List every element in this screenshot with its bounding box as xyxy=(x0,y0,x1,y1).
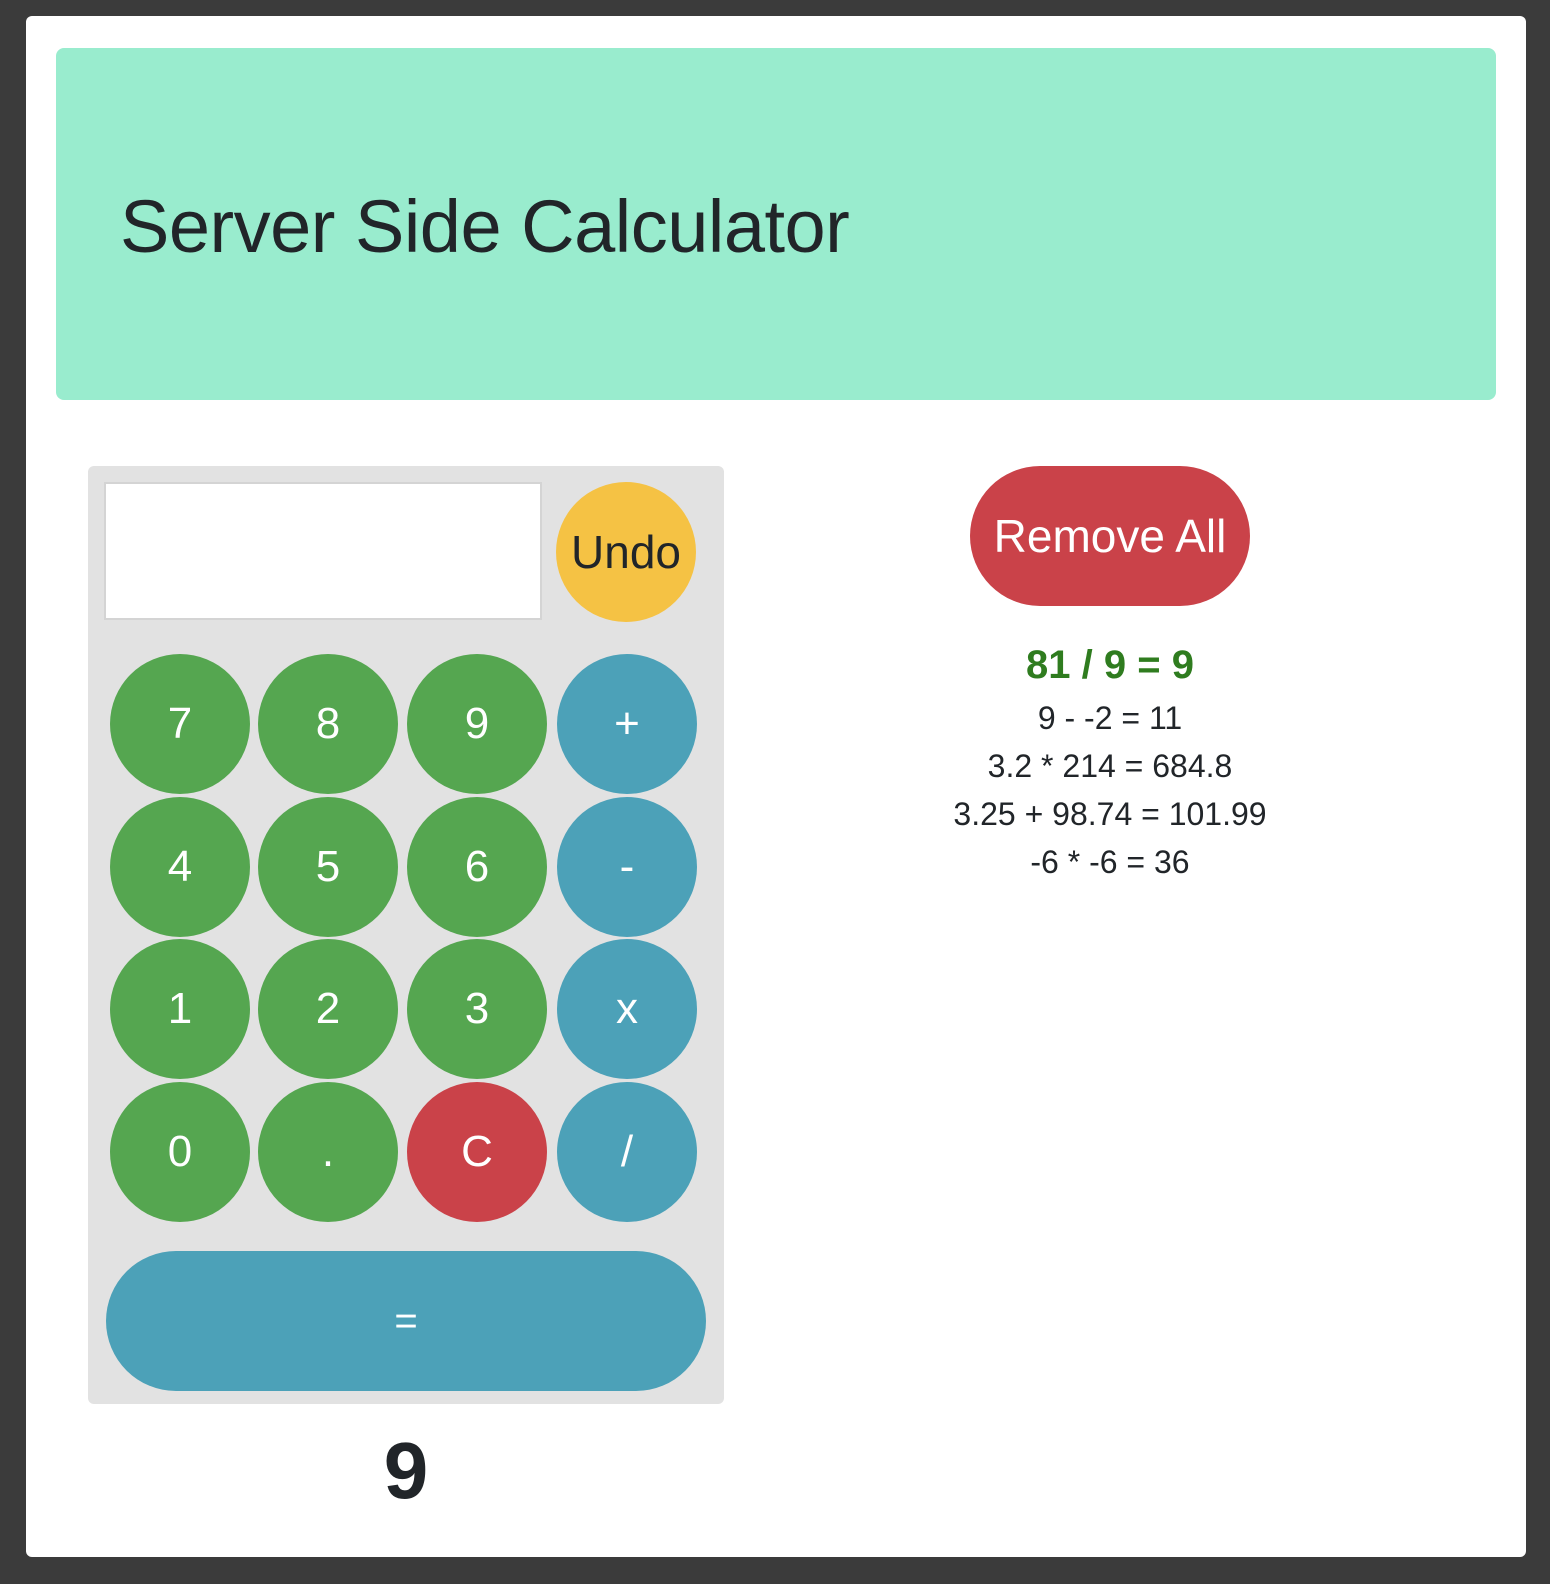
key-9-button[interactable]: 9 xyxy=(407,654,547,794)
key-multiply-button[interactable]: x xyxy=(557,939,697,1079)
calculator-panel: Undo 7 8 9 +4 5 6- 1 2 3 x 0. C / = xyxy=(88,466,724,1404)
key-0-button[interactable]: 0 xyxy=(110,1082,250,1222)
undo-button[interactable]: Undo xyxy=(556,482,696,622)
page-title: Server Side Calculator xyxy=(120,185,850,268)
app-frame: Server Side Calculator Undo 7 8 9 +4 5 6-1 2 3 x… xyxy=(26,16,1526,1557)
key-8-button[interactable]: 8 xyxy=(258,654,398,794)
key-plus-button[interactable]: + xyxy=(557,654,697,794)
history-entry: 3.25 + 98.74 = 101.99 xyxy=(953,796,1267,832)
history-entry: 3.2 * 214 = 684.8 xyxy=(987,748,1233,784)
header-banner: Server Side Calculator xyxy=(56,48,1496,400)
history-latest-entry: 81 / 9 = 9 xyxy=(1026,643,1194,687)
history-list: 81 / 9 = 9 9 - -2 = 11 3.2 * 214 = 684.8 3.… xyxy=(940,636,1280,886)
key-4-button[interactable]: 4 xyxy=(110,797,250,937)
key-5-button[interactable]: 5 xyxy=(258,797,398,937)
history-entry: 9 - -2 = 11 xyxy=(1037,700,1183,736)
key-divide-button[interactable]: / xyxy=(557,1082,697,1222)
key-6-button[interactable]: 6 xyxy=(407,797,547,937)
key-clear-button[interactable]: C xyxy=(407,1082,547,1222)
key-7-button[interactable]: 7 xyxy=(110,654,250,794)
key-1-button[interactable]: 1 xyxy=(110,939,250,1079)
calculator-display-input[interactable] xyxy=(104,482,542,620)
key-decimal-button[interactable]: . xyxy=(258,1082,398,1222)
equals-button[interactable]: = xyxy=(106,1251,706,1391)
history-entry: -6 * -6 = 36 xyxy=(1030,844,1190,880)
key-2-button[interactable]: 2 xyxy=(258,939,398,1079)
remove-all-button[interactable]: Remove All xyxy=(970,466,1250,606)
key-minus-button[interactable]: - xyxy=(557,797,697,937)
calculation-result: 9 xyxy=(383,1426,429,1515)
key-3-button[interactable]: 3 xyxy=(407,939,547,1079)
